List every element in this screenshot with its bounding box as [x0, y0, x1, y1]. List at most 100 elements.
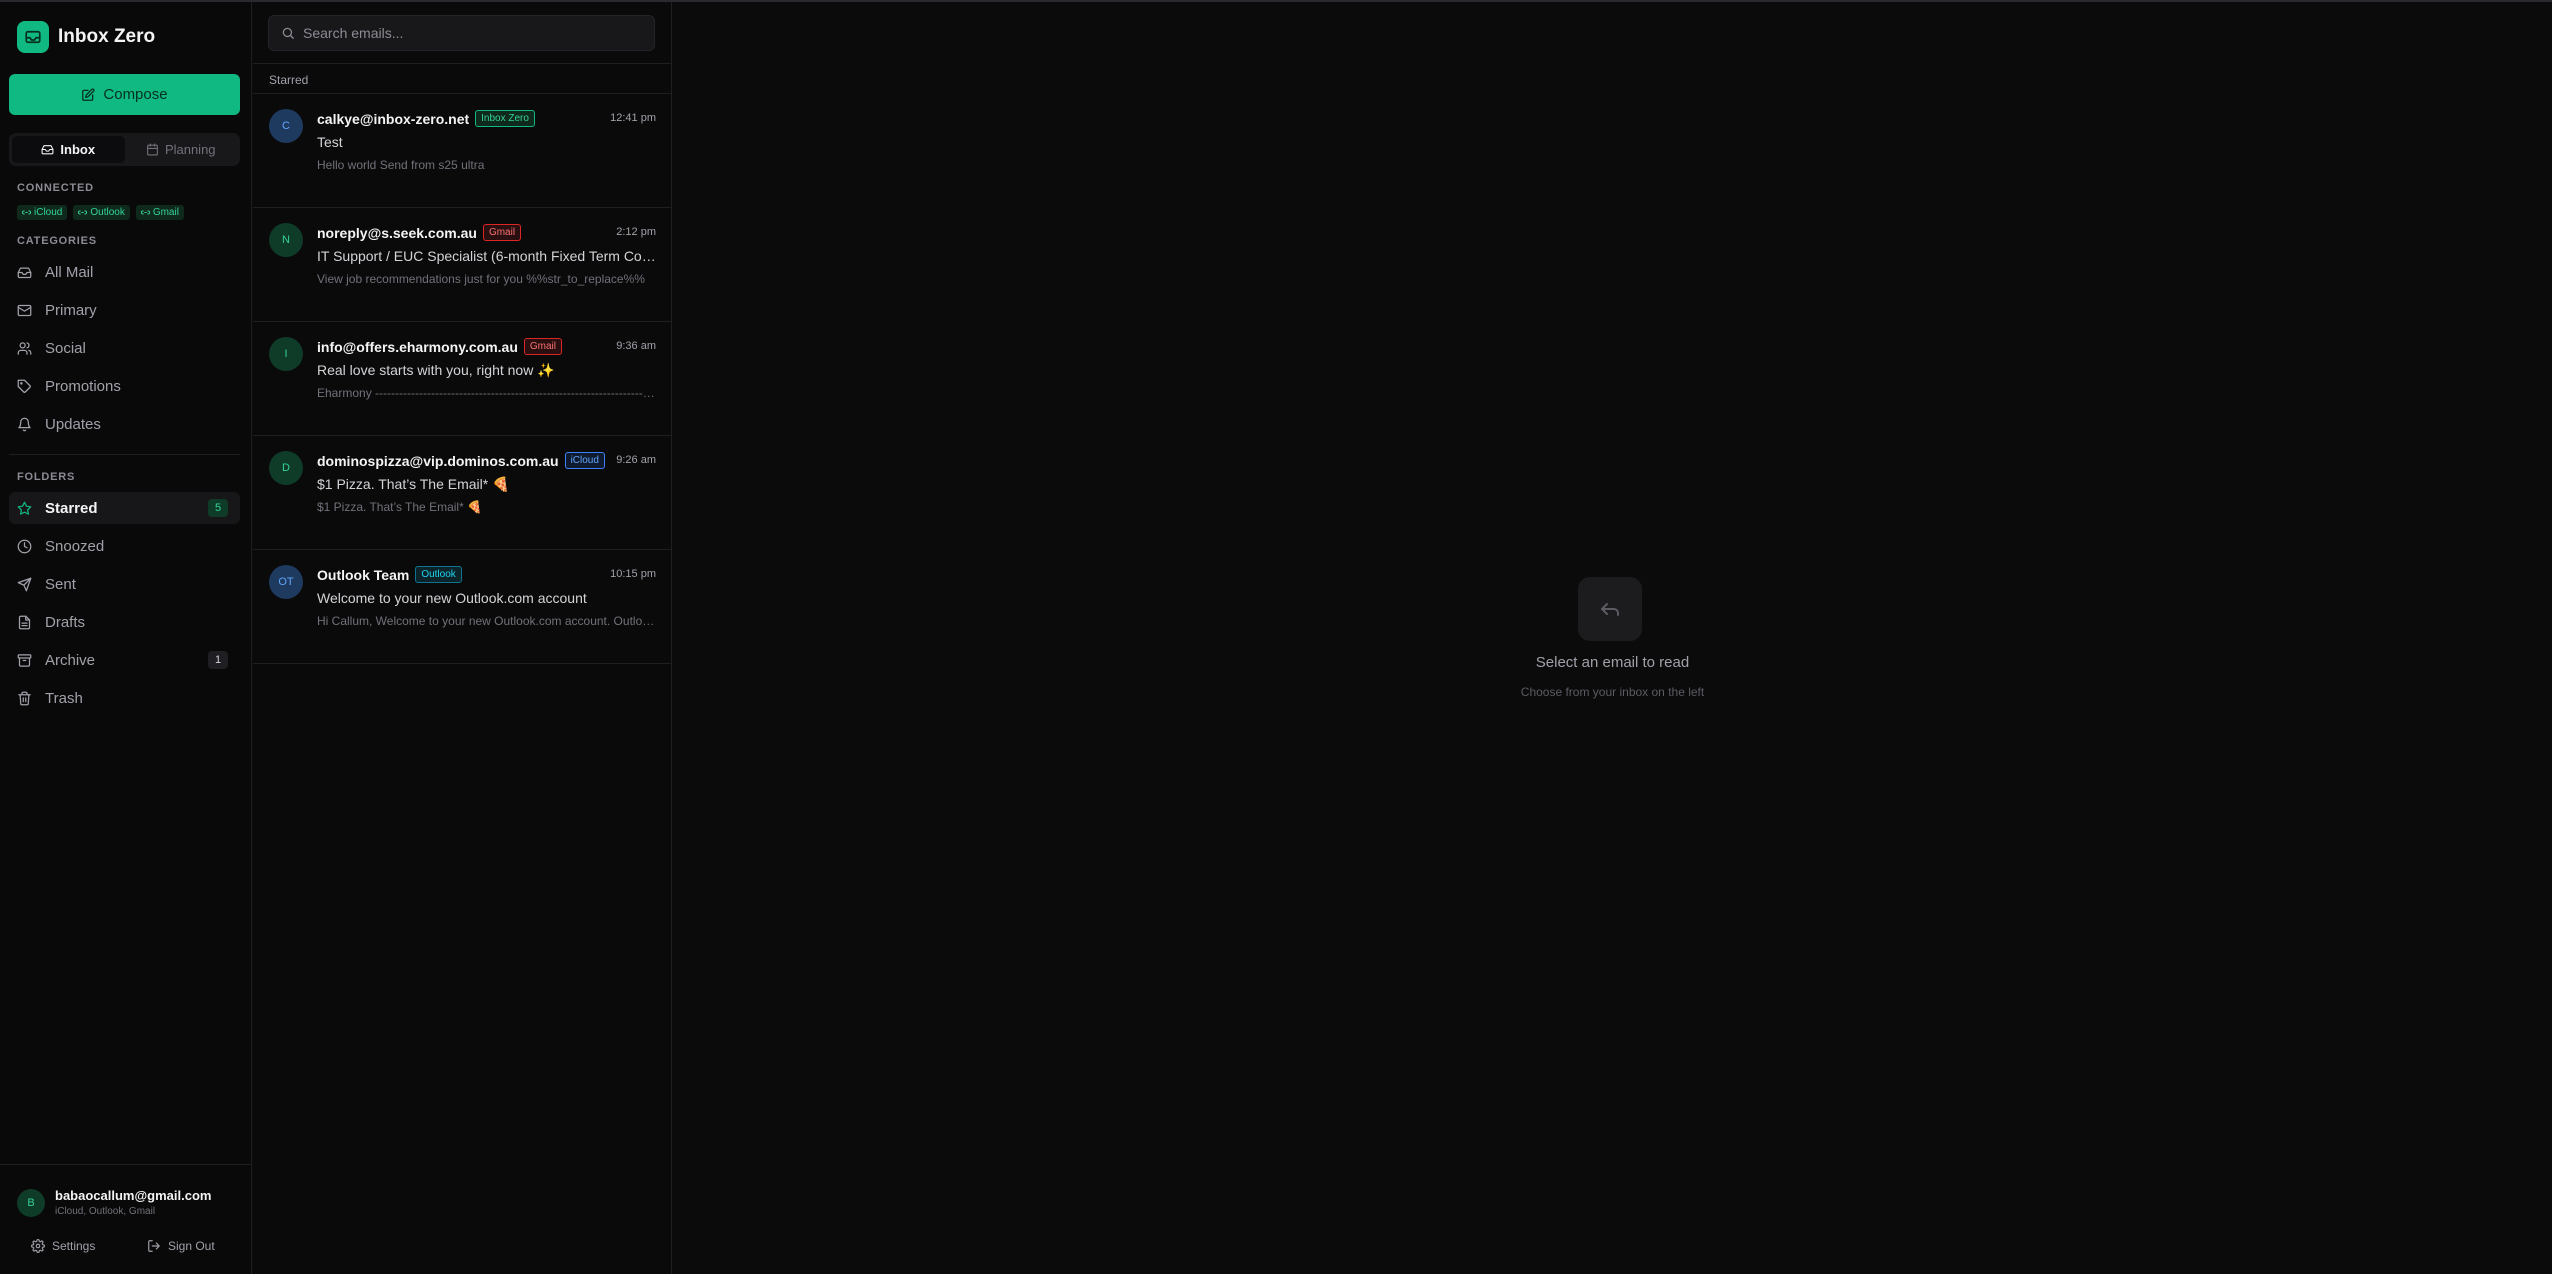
inbox-icon: [41, 145, 54, 155]
user-accounts: iCloud, Outlook, Gmail: [55, 1206, 156, 1217]
search-input[interactable]: [303, 25, 643, 41]
category-updates[interactable]: Updates: [9, 408, 240, 440]
folders-heading: FOLDERS: [17, 471, 76, 483]
folder-sent[interactable]: Sent: [9, 568, 240, 600]
nav-label: Sent: [45, 575, 76, 593]
folder-snoozed[interactable]: Snoozed: [9, 530, 240, 562]
email-list-item[interactable]: Ddominospizza@vip.dominos.com.au iCloud 9:…: [253, 436, 672, 550]
email-sender-row: dominospizza@vip.dominos.com.au iCloud: [317, 452, 605, 469]
email-subject: IT Support / EUC Specialist (6-month Fix…: [317, 248, 657, 264]
nav-label: Snoozed: [45, 537, 105, 555]
email-sender: Outlook Team: [317, 566, 410, 583]
view-switcher: Inbox Planning: [9, 133, 240, 166]
folder-trash[interactable]: Trash: [9, 682, 240, 714]
compose-button[interactable]: Compose: [9, 74, 240, 115]
email-preview: View job recommendations just for you %%…: [317, 272, 645, 286]
avatar: B: [17, 1188, 45, 1217]
sign-out-button[interactable]: Sign Out: [147, 1239, 215, 1253]
tab-inbox[interactable]: Inbox: [12, 136, 125, 163]
email-sender: dominospizza@vip.dominos.com.au: [317, 452, 559, 469]
category-primary[interactable]: Primary: [9, 294, 240, 326]
clock-icon: [17, 539, 32, 553]
email-time: 12:41 pm: [610, 112, 656, 124]
send-icon: [17, 577, 32, 591]
email-time: 9:36 am: [616, 340, 656, 352]
folder-count-badge: 5: [208, 499, 228, 517]
folder-archive[interactable]: Archive 1: [9, 644, 240, 676]
email-time: 9:26 am: [616, 454, 656, 466]
tab-planning-label: Planning: [164, 142, 216, 157]
empty-state-subtitle: Choose from your inbox on the left: [1520, 685, 1705, 699]
account-tag: Outlook: [415, 566, 462, 583]
account-chip-label: iCloud: [34, 207, 63, 218]
email-time: 10:15 pm: [610, 568, 656, 580]
connected-accounts: iCloud Outlook Gmail: [17, 205, 184, 220]
email-sender-row: Outlook Team Outlook: [317, 566, 462, 583]
folder-drafts[interactable]: Drafts: [9, 606, 240, 638]
link-icon: [78, 210, 88, 215]
nav-label: Trash: [45, 689, 83, 707]
account-chip-icloud[interactable]: iCloud: [17, 205, 68, 220]
nav-label: Drafts: [45, 613, 86, 631]
user-account[interactable]: B babaocallum@gmail.com iCloud, Outlook,…: [17, 1188, 211, 1217]
email-list-pane: Starred Ccalkye@inbox-zero.net Inbox Zero…: [253, 2, 672, 1274]
gear-icon: [31, 1239, 45, 1253]
sidebar: Inbox Zero Compose Inbox Planning CONNEC…: [0, 2, 252, 1274]
nav-label: All Mail: [45, 263, 94, 281]
search-box[interactable]: [268, 15, 655, 51]
account-chip-label: Outlook: [90, 207, 125, 218]
account-chip-gmail[interactable]: Gmail: [135, 205, 184, 220]
settings-button[interactable]: Settings: [31, 1239, 95, 1253]
avatar: N: [269, 223, 303, 257]
log-out-icon: [148, 1240, 160, 1252]
empty-state-title: Select an email to read: [1535, 654, 1690, 671]
email-list-item[interactable]: Ccalkye@inbox-zero.net Inbox Zero 12:41 pm…: [253, 94, 672, 208]
account-tag: Gmail: [482, 224, 522, 241]
file-icon: [18, 615, 31, 629]
search-icon: [282, 27, 294, 39]
link-icon: [22, 210, 31, 215]
email-list-item[interactable]: OT Outlook Team Outlook 10:15 pm Welcome to …: [253, 550, 672, 664]
account-tag: Gmail: [523, 338, 562, 355]
email-subject: $1 Pizza. That’s The Email* 🍕: [317, 476, 510, 492]
settings-label: Settings: [52, 1239, 96, 1253]
tab-inbox-label: Inbox: [60, 142, 96, 157]
avatar: C: [269, 109, 303, 143]
email-list-item[interactable]: Nnoreply@s.seek.com.au Gmail 2:12 pm IT Sup…: [253, 208, 672, 322]
pencil-icon: [82, 87, 95, 101]
avatar: D: [269, 451, 303, 485]
category-all-mail[interactable]: All Mail: [9, 256, 240, 288]
avatar: I: [269, 337, 303, 371]
reply-icon: [1578, 577, 1642, 641]
categories-heading: CATEGORIES: [17, 235, 97, 247]
email-list-item[interactable]: Iinfo@offers.eharmony.com.au Gmail 9:36 am…: [253, 322, 672, 436]
email-sender: info@offers.eharmony.com.au: [317, 338, 518, 355]
nav-label: Archive: [45, 651, 96, 669]
tab-planning[interactable]: Planning: [125, 136, 238, 163]
mail-logo-icon: [17, 21, 49, 53]
folder-count-badge: 1: [208, 651, 228, 669]
trash-icon: [18, 691, 31, 705]
calendar-icon: [147, 143, 158, 156]
user-email: babaocallum@gmail.com: [55, 1188, 212, 1203]
email-preview: Hello world Send from s25 ultra: [317, 158, 485, 172]
category-social[interactable]: Social: [9, 332, 240, 364]
tag-icon: [17, 379, 31, 393]
bell-icon: [18, 417, 31, 431]
email-subject: Real love starts with you, right now ✨: [317, 362, 555, 378]
reading-pane: Select an email to read Choose from your…: [673, 2, 2552, 1274]
users-icon: [17, 341, 32, 355]
account-chip-outlook[interactable]: Outlook: [73, 205, 130, 220]
email-subject: Test: [317, 134, 343, 150]
account-chip-label: Gmail: [152, 207, 179, 218]
email-preview: Hi Callum, Welcome to your new Outlook.c…: [317, 614, 657, 628]
inbox-icon: [17, 267, 32, 278]
nav-label: Starred: [45, 499, 98, 517]
email-sender-row: noreply@s.seek.com.au Gmail: [317, 224, 522, 241]
email-time: 2:12 pm: [616, 226, 656, 238]
nav-label: Updates: [45, 415, 101, 433]
sidebar-footer-divider: [0, 1164, 252, 1165]
folder-starred[interactable]: Starred 5: [9, 492, 240, 524]
category-promotions[interactable]: Promotions: [9, 370, 240, 402]
app-logo[interactable]: Inbox Zero: [17, 21, 155, 53]
